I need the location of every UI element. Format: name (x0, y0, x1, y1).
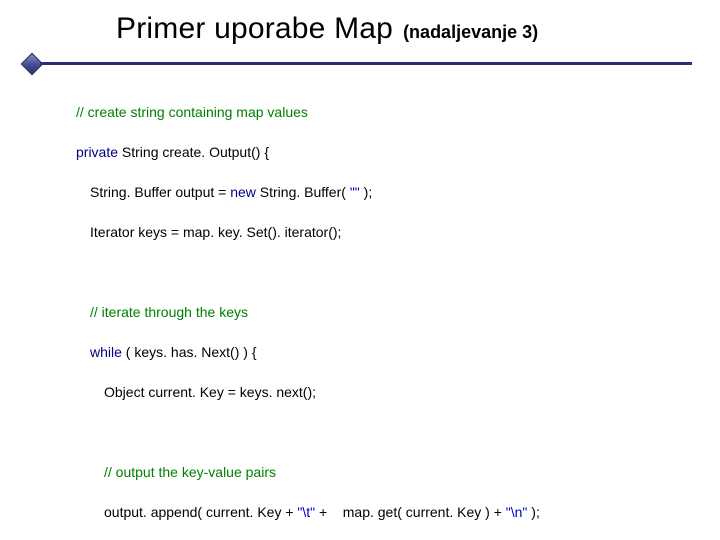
code-text: String. Buffer( (256, 184, 350, 200)
title-row: Primer uporabe Map (nadaljevanje 3) (116, 12, 680, 46)
code-text: + map. get( current. Key ) + (315, 504, 506, 520)
page-title: Primer uporabe Map (116, 12, 393, 46)
code-text: Iterator keys = map. key. Set(). iterato… (76, 224, 341, 240)
string-literal: "\t" (297, 504, 315, 520)
code-text: output. append( current. Key + (76, 504, 297, 520)
code-text: Object current. Key = keys. next(); (76, 384, 316, 400)
horizontal-rule (40, 62, 692, 65)
code-text: ); (527, 504, 539, 520)
code-block: // create string containing map values p… (76, 82, 690, 540)
string-literal: "" (350, 184, 360, 200)
keyword-private: private (76, 144, 118, 160)
code-text: String create. Output() { (118, 144, 269, 160)
page-subtitle: (nadaljevanje 3) (401, 22, 538, 43)
code-text: String. Buffer output = (76, 184, 230, 200)
keyword-while: while (76, 344, 122, 360)
string-literal: "\n" (506, 504, 528, 520)
comment: // iterate through the keys (76, 304, 248, 320)
code-text: ); (360, 184, 372, 200)
code-text: ( keys. has. Next() ) { (122, 344, 257, 360)
comment: // create string containing map values (76, 104, 308, 120)
slide: Primer uporabe Map (nadaljevanje 3) // c… (0, 0, 720, 540)
comment: // output the key-value pairs (76, 464, 276, 480)
title-rule (16, 54, 692, 74)
keyword-new: new (230, 184, 256, 200)
